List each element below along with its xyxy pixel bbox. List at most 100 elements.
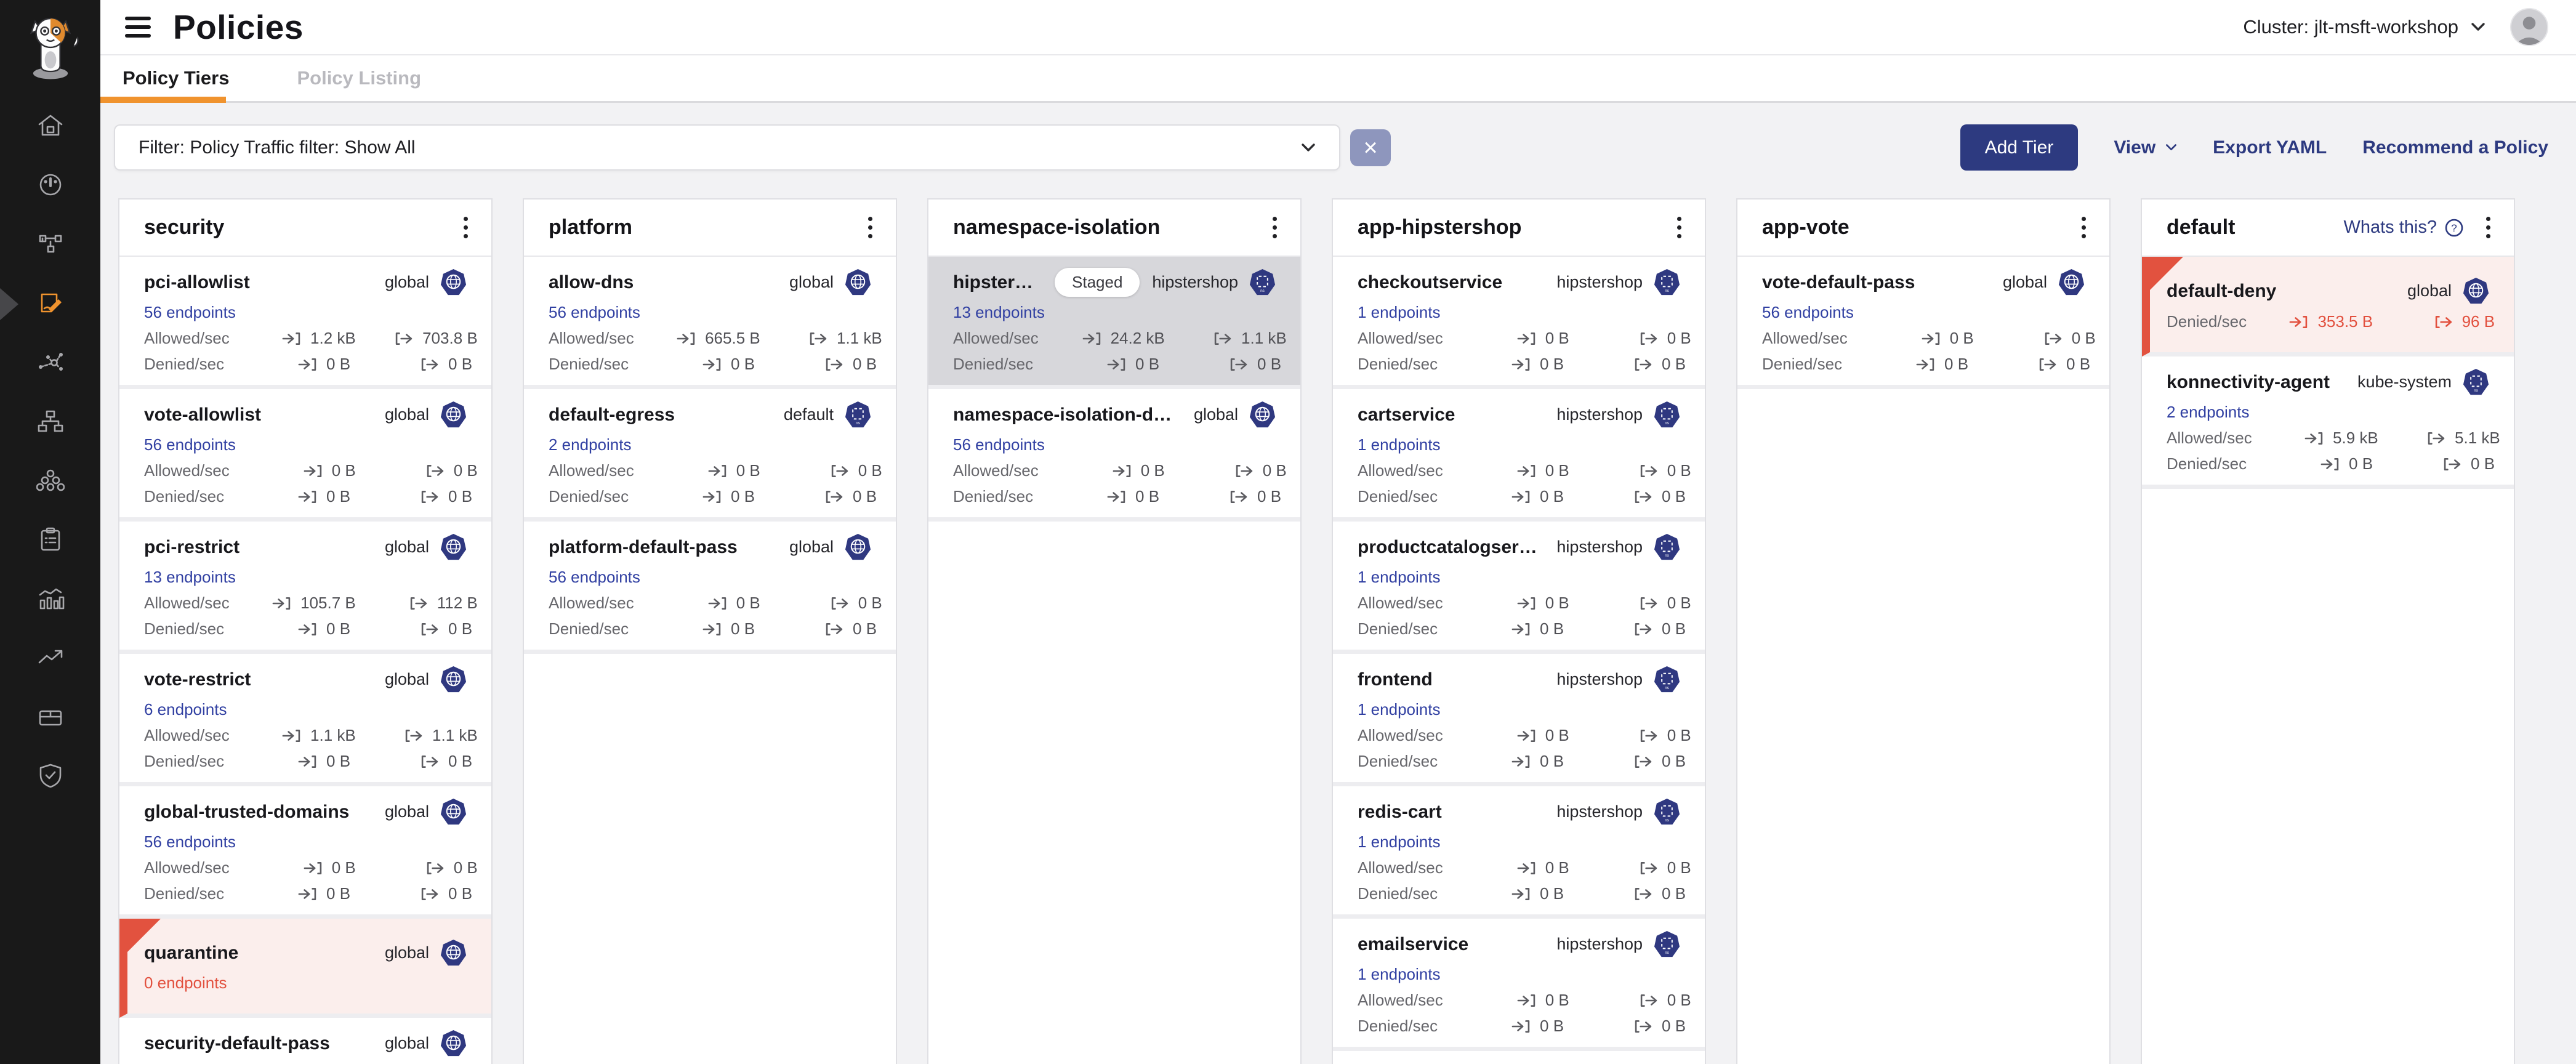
metric-label: Denied/sec: [1358, 752, 1438, 771]
endpoints-link[interactable]: 1 endpoints: [1358, 832, 1440, 852]
policy-card[interactable]: allow-dns global 56 endpoints Allowed/se…: [524, 257, 896, 389]
endpoints-link[interactable]: 6 endpoints: [144, 700, 227, 719]
endpoints-link[interactable]: 56 endpoints: [144, 832, 236, 852]
metric-rows: Allowed/sec 0 B 0 B Denied/sec 0 B 0 B: [1358, 329, 1681, 374]
sidebar-item-workloads[interactable]: [0, 452, 100, 511]
policy-card[interactable]: konnectivity-agent kube-system ns 2 endp…: [2142, 357, 2514, 489]
avatar[interactable]: [2510, 8, 2548, 46]
ingress-value: 0 B: [1545, 594, 1569, 613]
endpoints-link[interactable]: 1 endpoints: [1358, 965, 1440, 984]
endpoints-link[interactable]: 1 endpoints: [1358, 700, 1440, 719]
kebab-menu-icon[interactable]: [1266, 212, 1283, 243]
endpoints-link[interactable]: 56 endpoints: [549, 568, 640, 587]
clear-filter-button[interactable]: ×: [1350, 129, 1391, 166]
view-dropdown-button[interactable]: View: [2114, 137, 2177, 158]
kebab-menu-icon[interactable]: [2480, 212, 2497, 243]
recommend-policy-button[interactable]: Recommend a Policy: [2362, 137, 2548, 158]
egress-value: 0 B: [853, 619, 877, 639]
policy-name: allow-dns: [549, 272, 634, 293]
endpoints-link[interactable]: 1 endpoints: [1358, 568, 1440, 587]
sidebar-item-compliance-reports[interactable]: [0, 511, 100, 570]
policy-card[interactable]: redis-cart hipstershop ns 1 endpoints Al…: [1333, 786, 1705, 919]
metric-row: Allowed/sec 0 B 0 B: [144, 858, 468, 877]
policy-name: redis-cart: [1358, 802, 1442, 823]
policy-card[interactable]: default-deny global Denied/sec 353.5 B 9…: [2142, 257, 2514, 357]
policy-name: platform-default-pass: [549, 537, 738, 558]
policy-card[interactable]: frontend hipstershop ns 1 endpoints Allo…: [1333, 654, 1705, 786]
policy-card[interactable]: quarantine global 0 endpoints: [119, 919, 491, 1018]
sidebar-item-timeline[interactable]: [0, 570, 100, 629]
policy-card[interactable]: hipstershop-gh… Staged hipstershop ns 13…: [928, 257, 1300, 389]
policy-card[interactable]: productcatalogservice hipstershop ns 1 e…: [1333, 522, 1705, 654]
tab-policy-listing[interactable]: Policy Listing: [297, 67, 421, 89]
ingress-icon: [297, 357, 319, 373]
endpoints-link[interactable]: 13 endpoints: [953, 303, 1045, 322]
policy-card[interactable]: platform-default-pass global 56 endpoint…: [524, 522, 896, 654]
ingress-icon: [1106, 357, 1128, 373]
ingress-value: 1.1 kB: [310, 726, 356, 745]
menu-icon[interactable]: [125, 17, 151, 38]
sidebar-item-dashboard[interactable]: [0, 156, 100, 216]
metric-row: Allowed/sec 105.7 B 112 B: [144, 594, 468, 613]
metric-label: Denied/sec: [549, 355, 629, 374]
toolbar: Filter: Policy Traffic filter: Show All …: [114, 124, 2548, 171]
tab-policy-tiers[interactable]: Policy Tiers: [123, 67, 229, 89]
sidebar-item-home[interactable]: [0, 97, 100, 156]
kebab-menu-icon[interactable]: [2075, 212, 2092, 243]
policy-card[interactable]: checkoutservice hipstershop ns 1 endpoin…: [1333, 257, 1705, 389]
export-yaml-button[interactable]: Export YAML: [2213, 137, 2327, 158]
sidebar-item-network-flows[interactable]: [0, 334, 100, 393]
sidebar-item-policies[interactable]: [0, 275, 100, 334]
sidebar-item-image-assurance[interactable]: [0, 688, 100, 748]
policy-filter-dropdown[interactable]: Filter: Policy Traffic filter: Show All: [114, 124, 1340, 171]
policy-name: global-trusted-domains: [144, 802, 349, 823]
kebab-menu-icon[interactable]: [862, 212, 879, 243]
endpoints-link[interactable]: 56 endpoints: [1762, 303, 1854, 322]
metric-label: Allowed/sec: [1358, 858, 1443, 877]
sidebar-item-topology[interactable]: [0, 393, 100, 452]
egress-icon: [419, 621, 441, 637]
policy-card[interactable]: cartservice hipstershop ns 1 endpoints A…: [1333, 389, 1705, 522]
sidebar-item-threat-defense[interactable]: [0, 748, 100, 807]
sidebar-item-trends[interactable]: [0, 629, 100, 688]
global-scope-icon: [439, 797, 468, 826]
metric-label: Allowed/sec: [549, 329, 634, 348]
endpoints-link[interactable]: 1 endpoints: [1358, 303, 1440, 322]
tab-bar: Policy Tiers Policy Listing: [100, 55, 2576, 103]
metric-row: Allowed/sec 665.5 B 1.1 kB: [549, 329, 872, 348]
network-flows-icon: [36, 348, 65, 379]
policy-card[interactable]: default-egress default ns 2 endpoints Al…: [524, 389, 896, 522]
policy-card[interactable]: vote-restrict global 6 endpoints Allowed…: [119, 654, 491, 786]
sidebar-item-service-graph[interactable]: [0, 216, 100, 275]
ingress-icon: [1516, 728, 1538, 744]
egress-icon: [807, 331, 829, 347]
policy-card[interactable]: namespace-isolation-default-p… global 56…: [928, 389, 1300, 522]
egress-icon: [1632, 754, 1654, 770]
endpoints-link[interactable]: 56 endpoints: [549, 303, 640, 322]
cluster-selector[interactable]: Cluster: jlt-msft-workshop: [2243, 16, 2485, 38]
global-scope-icon: [843, 268, 872, 297]
endpoints-link[interactable]: 56 endpoints: [144, 303, 236, 322]
policy-scope-label: hipstershop: [1152, 273, 1238, 292]
kebab-menu-icon[interactable]: [457, 212, 474, 243]
endpoints-link[interactable]: 2 endpoints: [2167, 403, 2249, 422]
endpoints-link[interactable]: 13 endpoints: [144, 568, 236, 587]
metric-row: Denied/sec 353.5 B 96 B: [2167, 312, 2490, 331]
policy-card[interactable]: global-trusted-domains global 56 endpoin…: [119, 786, 491, 919]
add-tier-button[interactable]: Add Tier: [1960, 124, 2079, 171]
endpoints-link[interactable]: 56 endpoints: [144, 435, 236, 454]
endpoints-link[interactable]: 0 endpoints: [144, 973, 227, 993]
ingress-value: 24.2 kB: [1111, 329, 1165, 348]
policy-card[interactable]: security-default-pass global: [119, 1018, 491, 1064]
policy-card[interactable]: emailservice hipstershop ns 1 endpoints …: [1333, 919, 1705, 1051]
endpoints-link[interactable]: 1 endpoints: [1358, 435, 1440, 454]
tier-help-link[interactable]: Whats this? ?: [2344, 217, 2465, 238]
kebab-menu-icon[interactable]: [1671, 212, 1688, 243]
policy-card[interactable]: vote-allowlist global 56 endpoints Allow…: [119, 389, 491, 522]
policy-card[interactable]: pci-allowlist global 56 endpoints Allowe…: [119, 257, 491, 389]
policy-card[interactable]: vote-default-pass global 56 endpoints Al…: [1737, 257, 2109, 389]
endpoints-link[interactable]: 56 endpoints: [953, 435, 1045, 454]
policy-card[interactable]: pci-restrict global 13 endpoints Allowed…: [119, 522, 491, 654]
ingress-value: 0 B: [326, 487, 350, 506]
endpoints-link[interactable]: 2 endpoints: [549, 435, 631, 454]
